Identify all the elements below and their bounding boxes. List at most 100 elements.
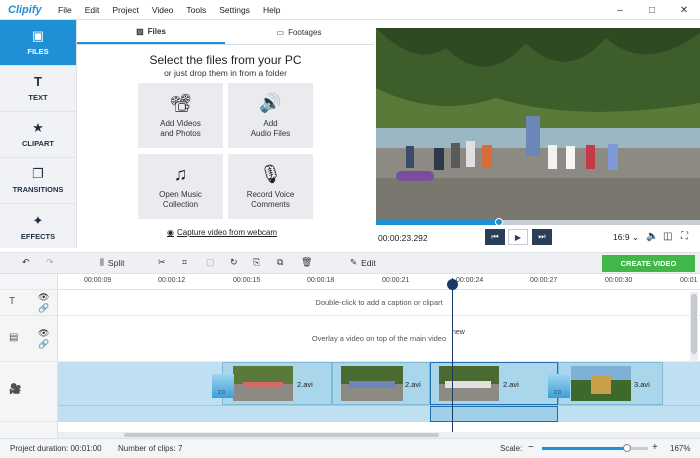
video-clip[interactable]: 3.avi (558, 362, 663, 405)
files-panel: ▨ Files ▭ Footages Select the files from… (77, 20, 374, 248)
menu-video[interactable]: Video (152, 5, 174, 15)
insert-icon[interactable]: ⎘ (253, 257, 260, 268)
fullscreen-icon[interactable]: ⛶ (681, 231, 688, 242)
crop-icon[interactable]: ⌗ (182, 257, 187, 268)
volume-icon[interactable]: 🔈 (646, 231, 658, 242)
clip-thumbnail (571, 366, 631, 401)
extract-icon[interactable]: ⧉ (277, 257, 283, 268)
new-marker-label: new (452, 329, 465, 336)
snapshot-icon[interactable]: ◫ (663, 231, 672, 242)
playhead-handle[interactable] (447, 279, 458, 290)
horizontal-scroll-thumb[interactable] (124, 433, 439, 437)
sidebar-item-files[interactable]: ▣ FILES (0, 20, 76, 66)
capture-webcam-link[interactable]: ◉ Capture video from webcam (167, 228, 277, 237)
tab-files[interactable]: ▨ Files (77, 20, 225, 44)
vertical-scroll-thumb[interactable] (691, 294, 697, 354)
tab-footages[interactable]: ▭ Footages (225, 20, 373, 44)
audio-track[interactable] (58, 405, 700, 422)
delete-icon[interactable]: 🗑 (301, 257, 312, 268)
text-track-icon: T (9, 296, 16, 307)
clip-thumbnail (341, 366, 403, 401)
overlay-track[interactable]: Overlay a video on top of the main video (58, 316, 700, 362)
clip-name: 2.avi (503, 380, 519, 389)
menu-settings[interactable]: Settings (219, 5, 250, 15)
link-icon[interactable]: 🔗 (38, 303, 49, 314)
zoom-slider[interactable] (542, 444, 648, 452)
video-clip[interactable]: 2.avi (222, 362, 332, 405)
maximize-button[interactable]: □ (636, 0, 668, 20)
transition-marker[interactable]: 2.0 (212, 374, 234, 398)
tile-label-line1: Add (263, 119, 278, 128)
minimize-button[interactable]: – (604, 0, 636, 20)
undo-button[interactable]: ↶ (22, 257, 30, 268)
cut-icon[interactable]: ✂ (158, 257, 166, 268)
frame-icon[interactable]: ▢ (206, 257, 215, 268)
seekbar-handle[interactable] (495, 218, 504, 226)
video-track-header: 🎥 (0, 362, 58, 422)
record-voice-comments-button[interactable]: 🎙 Record Voice Comments (228, 154, 313, 219)
edit-label: Edit (361, 257, 376, 268)
transition-duration: 2.0 (218, 390, 225, 396)
menu-project[interactable]: Project (112, 5, 138, 15)
play-button[interactable]: ▶ (508, 229, 528, 245)
create-video-button[interactable]: CREATE VIDEO (602, 255, 695, 272)
ruler-tick: 00:00:21 (382, 277, 410, 284)
split-button[interactable]: ⫼ Split (100, 257, 124, 268)
zoom-slider-handle[interactable] (622, 444, 631, 452)
panel-tabs: ▨ Files ▭ Footages (77, 20, 374, 45)
redo-button[interactable]: ↷ (46, 257, 54, 268)
clip-count: Number of clips: 7 (118, 444, 183, 453)
overlay-track-header: ▤ 👁 🔗 (0, 316, 58, 362)
player-controls: 00:00:23.292 ⏮ ▶ ⏭ 16:9 ⌄ 🔈 ◫ ⛶ (376, 226, 700, 248)
zoom-out-button[interactable]: − (528, 442, 534, 453)
tracks-vertical-scrollbar[interactable] (690, 292, 698, 362)
audio-clip-selected[interactable] (430, 406, 558, 422)
sidebar-item-label: TRANSITIONS (12, 185, 64, 194)
sidebar-item-label: FILES (27, 47, 49, 56)
sidebar-item-text[interactable]: T TEXT (0, 66, 76, 112)
tile-label-line2: Collection (162, 200, 199, 209)
timeline-playhead[interactable] (452, 278, 453, 432)
sidebar-item-clipart[interactable]: ★ CLIPART (0, 112, 76, 158)
add-videos-photos-button[interactable]: 📽 Add Videos and Photos (138, 83, 223, 148)
sidebar-item-effects[interactable]: ✦ EFFECTS (0, 204, 76, 250)
video-clip-selected[interactable]: 2.avi (430, 362, 558, 405)
clip-name: 2.avi (297, 380, 313, 389)
menu-tools[interactable]: Tools (186, 5, 206, 15)
tile-label-line1: Record Voice (246, 190, 295, 199)
panel-subheading: or just drop them in from a folder (164, 68, 287, 78)
aspect-ratio-select[interactable]: 16:9 ⌄ (613, 232, 639, 243)
visibility-eye-icon[interactable]: 👁 (38, 328, 49, 339)
close-button[interactable]: ✕ (668, 0, 700, 20)
add-audio-files-button[interactable]: 🔊 Add Audio Files (228, 83, 313, 148)
menu-help[interactable]: Help (263, 5, 280, 15)
panel-heading: Select the files from your PC (149, 53, 302, 67)
transitions-icon: ❐ (32, 166, 44, 181)
film-icon: ▣ (31, 28, 45, 43)
menu-file[interactable]: File (58, 5, 72, 15)
open-music-collection-button[interactable]: ♫ Open Music Collection (138, 154, 223, 219)
webcam-icon: ◉ (167, 228, 174, 237)
magic-wand-icon: ✦ (32, 212, 44, 228)
sidebar-item-transitions[interactable]: ❐ TRANSITIONS (0, 158, 76, 204)
playback-seekbar[interactable] (376, 218, 700, 226)
menu-edit[interactable]: Edit (85, 5, 100, 15)
video-clip[interactable]: 2.avi (332, 362, 430, 405)
app-logo: Clipify (8, 4, 42, 16)
video-preview[interactable] (376, 28, 700, 220)
edit-button[interactable]: ✎ Edit (350, 257, 376, 268)
scale-label: Scale: (500, 444, 523, 453)
transition-marker[interactable]: 2.0 (548, 374, 570, 398)
caption-track[interactable]: Double-click to add a caption or clipart (58, 290, 700, 316)
ruler-tick: 00:00:30 (605, 277, 633, 284)
rotate-icon[interactable]: ↻ (230, 257, 238, 268)
next-button[interactable]: ⏭ (532, 229, 552, 245)
link-icon[interactable]: 🔗 (38, 339, 49, 350)
previous-button[interactable]: ⏮ (485, 229, 505, 245)
clip-name: 2.avi (405, 380, 421, 389)
pencil-icon: ✎ (350, 257, 358, 267)
overlay-track-hint: Overlay a video on top of the main video (311, 334, 447, 343)
visibility-eye-icon[interactable]: 👁 (38, 292, 49, 303)
zoom-in-button[interactable]: + (652, 442, 658, 453)
timeline-ruler[interactable]: 00:00:09 00:00:12 00:00:15 00:00:18 00:0… (58, 274, 700, 290)
